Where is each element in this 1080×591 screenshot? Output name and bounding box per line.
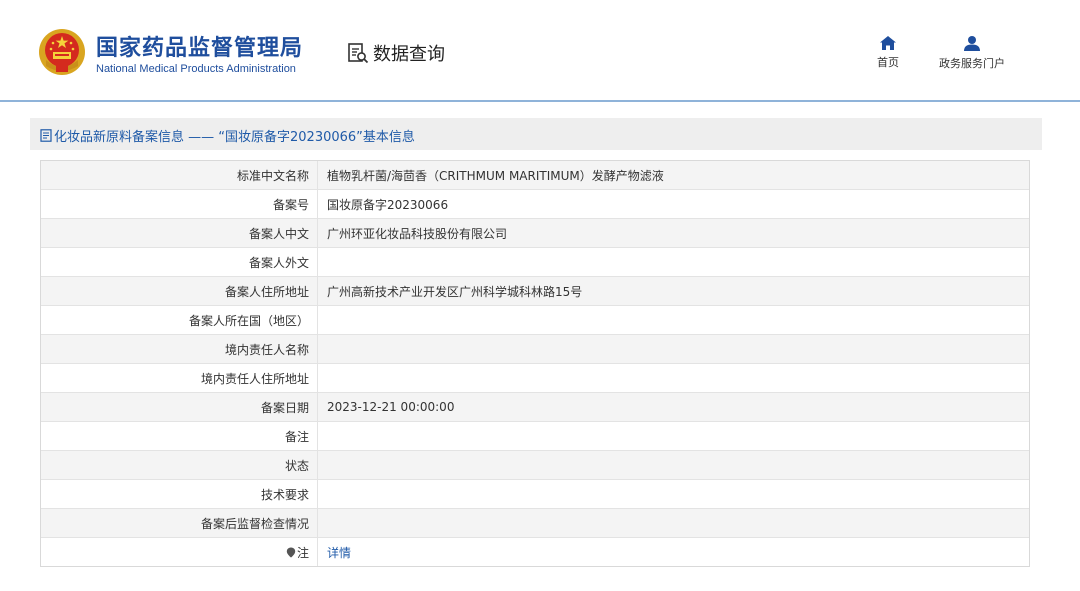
table-row: 备注	[41, 421, 1029, 451]
table-row: 状态	[41, 450, 1029, 480]
pin-icon	[286, 547, 296, 557]
header-divider	[0, 100, 1080, 102]
table-row: 备案号 国妆原备字20230066	[41, 189, 1029, 219]
row-value	[317, 305, 1029, 335]
table-row: 境内责任人名称	[41, 334, 1029, 364]
info-table: 标准中文名称 植物乳杆菌/海茴香（CRITHMUM MARITIMUM）发酵产物滤…	[40, 160, 1030, 567]
row-label: 状态	[41, 450, 318, 480]
user-icon	[964, 36, 980, 51]
row-label: 备案日期	[41, 392, 318, 422]
table-row: 技术要求	[41, 479, 1029, 509]
row-label: 备案人住所地址	[41, 276, 318, 306]
row-label: 备案人外文	[41, 247, 318, 277]
panel-title: 化妆品新原料备案信息 —— “国妆原备字20230066”基本信息	[40, 126, 415, 145]
row-value: 广州高新技术产业开发区广州科学城科林路15号	[317, 276, 1029, 306]
row-value: 广州环亚化妆品科技股份有限公司	[317, 218, 1029, 248]
row-label: 标准中文名称	[41, 161, 318, 190]
note-label-cell: 注	[41, 537, 318, 566]
row-value	[317, 508, 1029, 538]
data-query-module[interactable]: 数据查询	[346, 40, 445, 66]
table-row: 备案后监督检查情况	[41, 508, 1029, 538]
table-row: 备案人住所地址 广州高新技术产业开发区广州科学城科林路15号	[41, 276, 1029, 306]
row-value: 2023-12-21 00:00:00	[317, 392, 1029, 422]
table-row: 境内责任人住所地址	[41, 363, 1029, 393]
note-value-cell: 详情	[317, 537, 1029, 566]
panel-title-text: 化妆品新原料备案信息 —— “国妆原备字20230066”基本信息	[54, 130, 415, 145]
row-value	[317, 363, 1029, 393]
nav-home-label: 首页	[877, 56, 899, 69]
org-name-cn: 国家药品监督管理局	[96, 36, 304, 61]
panel-header: 化妆品新原料备案信息 —— “国妆原备字20230066”基本信息	[30, 118, 1042, 150]
row-value	[317, 421, 1029, 451]
home-icon	[880, 36, 896, 50]
table-row-note: 注 详情	[41, 537, 1029, 566]
row-label: 备案人中文	[41, 218, 318, 248]
national-emblem-icon	[39, 29, 85, 75]
row-label: 备案人所在国（地区）	[41, 305, 318, 335]
row-value: 国妆原备字20230066	[317, 189, 1029, 219]
detail-link[interactable]: 详情	[327, 546, 351, 560]
site-header: 国家药品监督管理局 National Medical Products Admi…	[0, 0, 1080, 100]
row-label: 备注	[41, 421, 318, 451]
row-value: 植物乳杆菌/海茴香（CRITHMUM MARITIMUM）发酵产物滤液	[317, 161, 1029, 190]
row-label: 技术要求	[41, 479, 318, 509]
table-row: 备案人所在国（地区）	[41, 305, 1029, 335]
table-row: 备案人中文 广州环亚化妆品科技股份有限公司	[41, 218, 1029, 248]
row-value	[317, 247, 1029, 277]
nav-service-portal[interactable]: 政务服务门户	[930, 36, 1014, 71]
row-label: 备案号	[41, 189, 318, 219]
table-row: 备案日期 2023-12-21 00:00:00	[41, 392, 1029, 422]
note-label: 注	[296, 545, 309, 560]
table-row: 标准中文名称 植物乳杆菌/海茴香（CRITHMUM MARITIMUM）发酵产物滤…	[41, 161, 1029, 190]
document-search-icon	[348, 43, 369, 64]
data-query-title: 数据查询	[373, 44, 445, 65]
nav-home[interactable]: 首页	[868, 36, 908, 70]
row-value	[317, 334, 1029, 364]
table-row: 备案人外文	[41, 247, 1029, 277]
org-name-en: National Medical Products Administration	[96, 63, 296, 75]
document-icon	[40, 129, 52, 142]
row-value	[317, 479, 1029, 509]
row-label: 备案后监督检查情况	[41, 508, 318, 538]
nav-service-portal-label: 政务服务门户	[939, 57, 1005, 70]
row-value	[317, 450, 1029, 480]
row-label: 境内责任人住所地址	[41, 363, 318, 393]
row-label: 境内责任人名称	[41, 334, 318, 364]
